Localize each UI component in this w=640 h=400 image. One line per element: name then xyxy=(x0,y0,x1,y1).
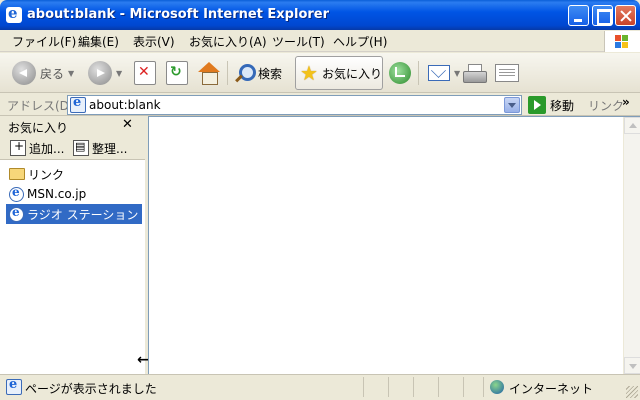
address-bar: アドレス(D) 移動 リンク » xyxy=(0,94,640,116)
search-label: 検索 xyxy=(258,66,283,81)
star-icon: ★ xyxy=(300,61,318,85)
back-button[interactable]: 戻る ▼ xyxy=(12,57,74,89)
stop-icon: ✕ xyxy=(134,61,156,85)
go-arrow-icon xyxy=(528,96,546,114)
window-title: about:blank - Microsoft Internet Explore… xyxy=(27,7,330,22)
page-icon xyxy=(70,95,86,113)
ie-page-icon xyxy=(9,205,24,222)
edit-icon xyxy=(495,64,519,82)
ie-page-icon xyxy=(9,185,24,202)
favorites-pane-toolbar: 追加... 整理... xyxy=(0,136,145,160)
refresh-button[interactable]: ↻ xyxy=(166,57,188,89)
favorite-item-label: MSN.co.jp xyxy=(27,187,87,201)
home-button[interactable] xyxy=(198,57,220,89)
links-chevron-icon[interactable]: » xyxy=(622,95,630,109)
menu-view[interactable]: 表示(V) xyxy=(133,33,175,50)
title-bar[interactable]: about:blank - Microsoft Internet Explore… xyxy=(0,0,640,30)
maximize-button[interactable] xyxy=(592,5,613,26)
history-button[interactable] xyxy=(389,57,411,89)
add-favorite-button[interactable]: 追加... xyxy=(10,139,64,157)
add-favorite-label: 追加... xyxy=(29,141,65,156)
scroll-up-button[interactable] xyxy=(624,117,640,134)
history-icon xyxy=(389,62,411,84)
menu-tools[interactable]: ツール(T) xyxy=(272,33,325,50)
page-icon xyxy=(6,377,22,395)
status-cell xyxy=(363,377,388,397)
edit-button[interactable] xyxy=(495,57,519,89)
globe-icon xyxy=(490,380,504,394)
chevron-down-icon[interactable]: ▼ xyxy=(454,69,460,78)
favorite-item-msn[interactable]: MSN.co.jp xyxy=(6,184,142,204)
favorites-button[interactable]: ★ お気に入り xyxy=(295,56,383,90)
close-icon[interactable]: ✕ xyxy=(122,117,133,132)
menu-bar: ファイル(F) 編集(E) 表示(V) お気に入り(A) ツール(T) ヘルプ(… xyxy=(0,30,640,52)
menu-file[interactable]: ファイル(F) xyxy=(12,33,76,50)
forward-button[interactable]: ▼ xyxy=(88,57,122,89)
minimize-button[interactable] xyxy=(568,5,589,26)
menu-edit[interactable]: 編集(E) xyxy=(78,33,119,50)
vertical-scrollbar[interactable] xyxy=(623,117,640,374)
forward-arrow-icon xyxy=(88,61,112,85)
address-input[interactable] xyxy=(89,98,489,112)
print-button[interactable] xyxy=(463,57,487,89)
home-icon xyxy=(198,62,220,85)
status-text: ページが表示されました xyxy=(25,382,157,396)
status-cell xyxy=(388,377,413,397)
favorites-pane-header: お気に入り ✕ xyxy=(0,116,145,136)
favorite-item-label: リンク xyxy=(28,167,65,182)
address-dropdown-button[interactable] xyxy=(504,97,520,113)
favorite-item-radio-stations[interactable]: ラジオ ステーション ガ... xyxy=(6,204,142,224)
ie-icon[interactable] xyxy=(6,4,22,23)
zone-text: インターネット xyxy=(509,382,594,396)
organize-favorites-button[interactable]: 整理... xyxy=(73,139,127,157)
search-button[interactable]: 検索 xyxy=(234,57,282,89)
menu-help[interactable]: ヘルプ(H) xyxy=(333,33,387,50)
add-favorite-icon xyxy=(10,139,26,156)
address-field[interactable] xyxy=(67,95,522,115)
browser-content[interactable] xyxy=(148,116,640,374)
address-label: アドレス(D) xyxy=(7,99,74,113)
status-cell xyxy=(463,377,483,397)
folder-icon xyxy=(9,168,25,180)
chevron-down-icon[interactable]: ▼ xyxy=(68,69,74,78)
favorites-pane-title: お気に入り xyxy=(8,121,69,135)
resize-grip[interactable] xyxy=(626,386,638,398)
mail-icon xyxy=(428,65,450,81)
go-button[interactable]: 移動 xyxy=(528,96,574,114)
links-label[interactable]: リンク xyxy=(588,97,624,114)
toolbar-separator xyxy=(227,61,228,85)
windows-logo-icon xyxy=(604,31,640,52)
mail-button[interactable]: ▼ xyxy=(428,57,460,89)
status-cell xyxy=(413,377,438,397)
standard-toolbar: 戻る ▼ ▼ ✕ ↻ 検索 ★ お気に入り ▼ xyxy=(0,53,640,93)
favorite-item-links-folder[interactable]: リンク xyxy=(6,164,142,184)
toolbar-separator xyxy=(418,61,419,85)
search-icon xyxy=(234,63,256,83)
status-cell xyxy=(438,377,463,397)
favorites-list: リンク MSN.co.jp ラジオ ステーション ガ... xyxy=(6,164,142,224)
favorites-label: お気に入り xyxy=(321,66,382,81)
organize-favorites-label: 整理... xyxy=(92,141,128,156)
stop-button[interactable]: ✕ xyxy=(134,57,156,89)
close-button[interactable] xyxy=(615,5,636,26)
back-arrow-icon xyxy=(12,61,36,85)
printer-icon xyxy=(463,64,487,83)
chevron-down-icon[interactable]: ▼ xyxy=(116,69,122,78)
favorite-item-label: ラジオ ステーション ガ... xyxy=(27,207,142,222)
status-bar: ページが表示されました インターネット xyxy=(0,374,640,400)
scroll-down-button[interactable] xyxy=(624,357,640,374)
refresh-icon: ↻ xyxy=(166,61,188,85)
go-label: 移動 xyxy=(550,98,575,113)
favorites-pane: お気に入り ✕ 追加... 整理... リンク MSN.co.jp ラジオ ステ… xyxy=(0,116,157,374)
menu-favorites[interactable]: お気に入り(A) xyxy=(189,33,267,50)
organize-icon xyxy=(73,140,89,156)
back-label: 戻る xyxy=(40,66,65,81)
